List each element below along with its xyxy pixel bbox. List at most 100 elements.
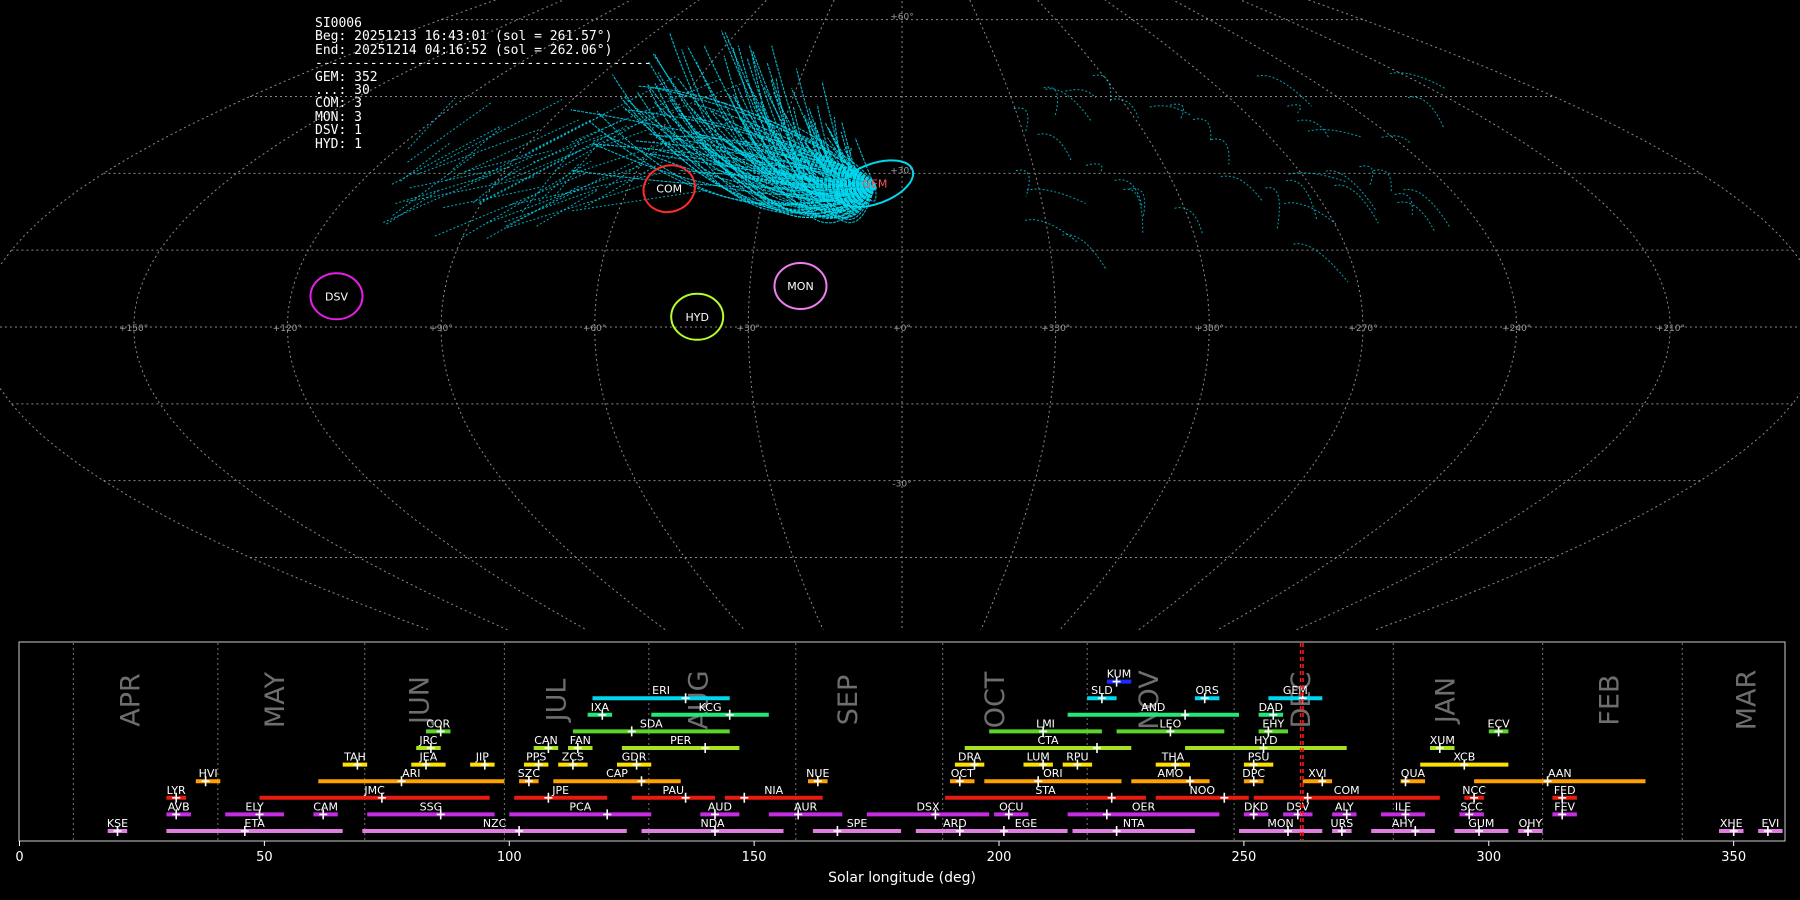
shower-label: CAP <box>606 767 628 780</box>
shower-label: ARI <box>402 767 420 780</box>
shower-label: SZC <box>518 767 541 780</box>
shower-label: DKD <box>1244 800 1268 813</box>
shower-label: JIP <box>475 751 489 764</box>
shower-label: DPC <box>1242 767 1265 780</box>
shower-label: TAH <box>343 751 366 764</box>
shower-label: KSE <box>107 817 128 830</box>
shower-label: CTA <box>1037 734 1059 747</box>
shower-label: SLD <box>1091 684 1113 697</box>
month-label: OCT <box>980 671 1011 728</box>
shower-label: SSG <box>420 800 443 813</box>
shower-label: NZC <box>483 817 507 830</box>
shower-label: KCG <box>699 701 722 714</box>
shower-label: SDA <box>640 717 663 730</box>
shower-label: FEV <box>1554 800 1575 813</box>
shower-label: AUR <box>794 800 818 813</box>
month-label: APR <box>116 673 147 727</box>
shower-label: FED <box>1554 784 1576 797</box>
shower-label: URS <box>1331 817 1354 830</box>
x-tick-label: 100 <box>497 850 522 865</box>
shower-label: OCT <box>951 767 974 780</box>
shower-label: EVI <box>1762 817 1780 830</box>
shower-label: COR <box>426 717 450 730</box>
shower-label: PAU <box>663 784 685 797</box>
shower-label: LYR <box>167 784 186 797</box>
shower-label: OER <box>1132 800 1156 813</box>
x-tick-label: 50 <box>256 850 273 865</box>
x-tick-label: 250 <box>1231 850 1256 865</box>
x-tick-label: 0 <box>15 850 23 865</box>
shower-label: LUM <box>1027 751 1050 764</box>
shower-label: JMC <box>363 784 385 797</box>
shower-label: COM <box>1334 784 1360 797</box>
shower-label: STA <box>1035 784 1056 797</box>
shower-label: JRC <box>418 734 437 747</box>
shower-label: PER <box>670 734 692 747</box>
shower-label: JEA <box>419 751 438 764</box>
shower-label: LEO <box>1160 717 1182 730</box>
shower-label: ARD <box>943 817 967 830</box>
month-label: MAR <box>1732 670 1763 731</box>
shower-label: HYD <box>1254 734 1277 747</box>
shower-label: XHE <box>1720 817 1743 830</box>
shower-label: EHY <box>1262 717 1284 730</box>
shower-label: DSV <box>1286 800 1309 813</box>
shower-label: GEM <box>1283 684 1308 697</box>
shower-label: SPE <box>847 817 868 830</box>
month-label: JUL <box>542 679 573 724</box>
shower-label: CAM <box>313 800 338 813</box>
shower-label: ELY <box>245 800 264 813</box>
shower-label: ORI <box>1043 767 1063 780</box>
month-label: SEP <box>833 675 864 725</box>
shower-label: NIA <box>764 784 783 797</box>
shower-label: ALY <box>1335 800 1354 813</box>
shower-label: ZCS <box>562 751 584 764</box>
month-label: FEB <box>1595 674 1626 725</box>
shower-label: THA <box>1161 751 1185 764</box>
shower-label: XUM <box>1430 734 1455 747</box>
shower-label: GDR <box>622 751 647 764</box>
shower-label: NCC <box>1462 784 1486 797</box>
shower-label: LMI <box>1036 717 1055 730</box>
shower-label: DAD <box>1259 701 1283 714</box>
shower-label: PPS <box>526 751 546 764</box>
shower-label: ECV <box>1488 717 1511 730</box>
shower-label: PSU <box>1248 751 1270 764</box>
shower-label: CAN <box>534 734 557 747</box>
shower-label: IXA <box>591 701 610 714</box>
shower-label: AUD <box>708 800 732 813</box>
x-axis: 0 50 100 150 200 250 300 350 <box>15 841 1746 865</box>
shower-label: OCU <box>999 800 1023 813</box>
shower-label: HVI <box>199 767 218 780</box>
shower-label: PCA <box>569 800 591 813</box>
shower-label: AVB <box>168 800 190 813</box>
shower-label: FAN <box>570 734 591 747</box>
shower-label: MON <box>1267 817 1293 830</box>
shower-label: ILE <box>1395 800 1411 813</box>
shower-label: NUE <box>806 767 829 780</box>
plot-frame <box>18 641 1786 842</box>
x-tick-label: 350 <box>1721 850 1746 865</box>
x-axis-label: Solar longitude (deg) <box>828 870 976 886</box>
month-label: JAN <box>1431 677 1462 725</box>
shower-label: ETA <box>244 817 265 830</box>
shower-label: NTA <box>1123 817 1145 830</box>
shower-label: RPU <box>1066 751 1088 764</box>
shower-label: DSX <box>917 800 940 813</box>
shower-label: XVI <box>1308 767 1326 780</box>
shower-label: AND <box>1141 701 1165 714</box>
shower-timeline-chart: APR MAY JUN JUL AUG SEP OCT NOV DEC JAN FEB MAR KUM… <box>15 641 1786 886</box>
shower-label: KUM <box>1107 668 1131 681</box>
shower-label: OHY <box>1519 817 1543 830</box>
shower-label: NDA <box>700 817 725 830</box>
x-tick-label: 150 <box>742 850 767 865</box>
x-tick-label: 300 <box>1476 850 1501 865</box>
shower-label: NOO <box>1190 784 1216 797</box>
shower-label: EGE <box>1015 817 1037 830</box>
shower-label: ORS <box>1196 684 1219 697</box>
shower-label: ERI <box>652 684 670 697</box>
shower-label: DRA <box>958 751 982 764</box>
shower-label: SCC <box>1460 800 1483 813</box>
month-label: MAY <box>260 671 291 728</box>
shower-label: AMO <box>1158 767 1184 780</box>
